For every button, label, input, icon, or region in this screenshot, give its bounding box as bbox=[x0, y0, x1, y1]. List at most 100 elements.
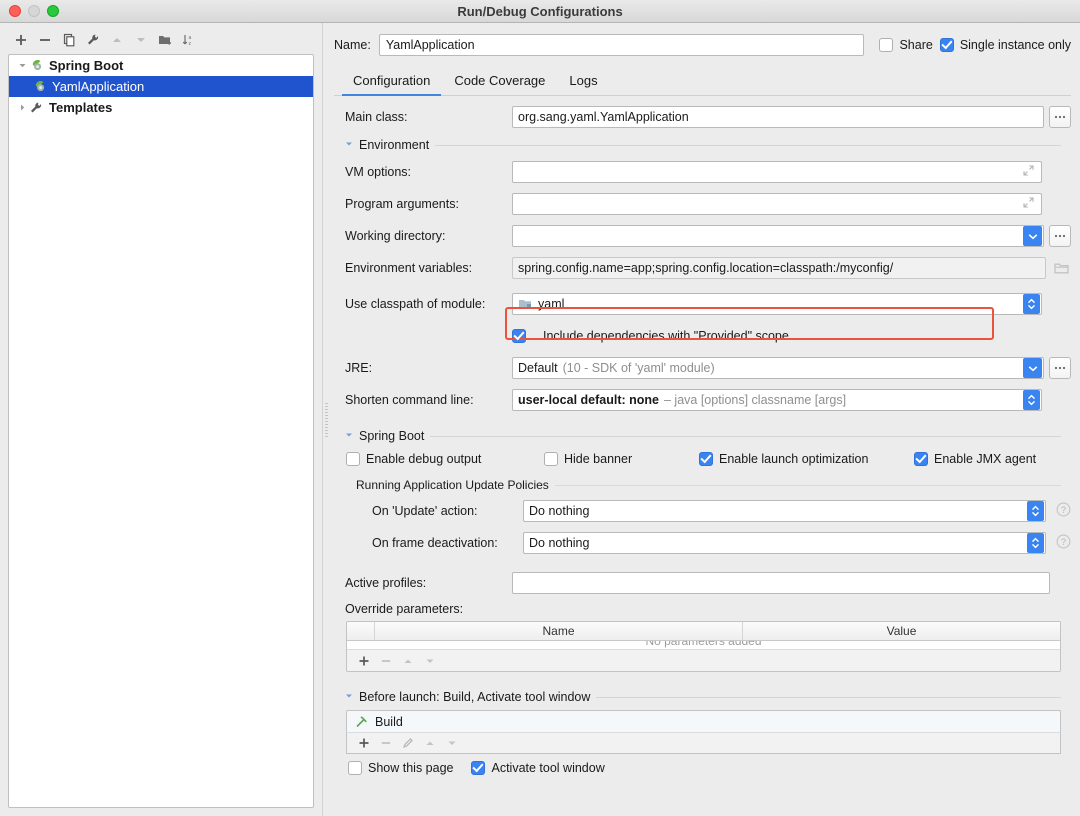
tree-item-spring-boot[interactable]: Spring Boot bbox=[9, 55, 313, 76]
configurations-tree[interactable]: Spring Boot YamlApplication Templates bbox=[8, 54, 314, 808]
move-parameter-down-button[interactable] bbox=[421, 652, 439, 670]
shorten-command-line-dropdown-button[interactable] bbox=[1023, 390, 1040, 410]
move-parameter-up-button[interactable] bbox=[399, 652, 417, 670]
tab-logs[interactable]: Logs bbox=[558, 69, 608, 95]
arrow-down-icon[interactable] bbox=[130, 30, 152, 50]
close-window-button[interactable] bbox=[9, 5, 21, 17]
chevron-down-icon[interactable] bbox=[345, 692, 353, 702]
copy-configuration-button[interactable] bbox=[58, 30, 80, 50]
chevron-right-icon[interactable] bbox=[15, 103, 29, 112]
name-input-value: YamlApplication bbox=[385, 38, 475, 52]
enable-launch-optimization-checkbox[interactable] bbox=[699, 452, 713, 466]
include-provided-checkbox[interactable] bbox=[512, 329, 526, 343]
on-update-action-help-icon[interactable]: ? bbox=[1056, 502, 1071, 520]
jre-value: Default bbox=[518, 361, 558, 375]
configurations-panel: az Spring Boot YamlApplication Templates bbox=[0, 23, 322, 816]
section-divider bbox=[435, 144, 1061, 146]
before-launch-item-build[interactable]: Build bbox=[347, 711, 1060, 732]
working-directory-browse-button[interactable] bbox=[1049, 225, 1071, 247]
add-parameter-button[interactable] bbox=[355, 652, 373, 670]
section-divider bbox=[430, 435, 1061, 437]
shorten-command-line-combo[interactable]: user-local default: none – java [options… bbox=[512, 389, 1042, 411]
tab-code-coverage[interactable]: Code Coverage bbox=[443, 69, 556, 95]
environment-section-header[interactable]: Environment bbox=[345, 138, 1071, 152]
sort-az-icon[interactable]: az bbox=[178, 30, 200, 50]
activate-tool-window-row[interactable]: Activate tool window bbox=[471, 761, 605, 775]
on-update-action-dropdown-button[interactable] bbox=[1027, 501, 1044, 521]
jre-combo[interactable]: Default (10 - SDK of 'yaml' module) bbox=[512, 357, 1044, 379]
spring-boot-section-header[interactable]: Spring Boot bbox=[345, 429, 1071, 443]
enable-debug-output-checkbox[interactable] bbox=[346, 452, 360, 466]
zoom-window-button[interactable] bbox=[47, 5, 59, 17]
remove-parameter-button[interactable] bbox=[377, 652, 395, 670]
enable-launch-optimization-label: Enable launch optimization bbox=[719, 452, 869, 466]
tab-configuration[interactable]: Configuration bbox=[342, 69, 442, 96]
on-frame-deactivation-help-icon[interactable]: ? bbox=[1056, 534, 1071, 552]
hide-banner-row[interactable]: Hide banner bbox=[544, 452, 699, 466]
use-classpath-combo[interactable]: yaml bbox=[512, 293, 1042, 315]
main-class-input[interactable]: org.sang.yaml.YamlApplication bbox=[512, 106, 1044, 128]
configurations-toolbar: az bbox=[0, 28, 322, 54]
on-frame-deactivation-combo[interactable]: Do nothing bbox=[523, 532, 1046, 554]
environment-variables-input[interactable]: spring.config.name=app;spring.config.loc… bbox=[512, 257, 1046, 279]
jre-browse-button[interactable] bbox=[1049, 357, 1071, 379]
folder-add-icon[interactable] bbox=[154, 30, 176, 50]
title-bar: Run/Debug Configurations bbox=[0, 0, 1080, 23]
vm-options-input[interactable] bbox=[512, 161, 1042, 183]
activate-tool-window-checkbox[interactable] bbox=[471, 761, 486, 775]
minimize-window-button[interactable] bbox=[28, 5, 40, 17]
on-update-action-combo[interactable]: Do nothing bbox=[523, 500, 1046, 522]
environment-variables-row: Environment variables: spring.config.nam… bbox=[334, 257, 1071, 279]
show-this-page-checkbox[interactable] bbox=[348, 761, 362, 775]
enable-launch-optimization-row[interactable]: Enable launch optimization bbox=[699, 452, 914, 466]
on-frame-deactivation-dropdown-button[interactable] bbox=[1027, 533, 1044, 553]
jre-dropdown-button[interactable] bbox=[1023, 358, 1042, 378]
enable-debug-output-row[interactable]: Enable debug output bbox=[346, 452, 544, 466]
wrench-icon[interactable] bbox=[82, 30, 104, 50]
single-instance-checkbox[interactable] bbox=[939, 38, 954, 52]
remove-configuration-button[interactable] bbox=[34, 30, 56, 50]
on-update-action-label: On 'Update' action: bbox=[372, 504, 478, 518]
hide-banner-checkbox[interactable] bbox=[544, 452, 558, 466]
working-directory-input[interactable] bbox=[512, 225, 1044, 247]
include-provided-checkbox-row[interactable]: Include dependencies with "Provided" sco… bbox=[512, 329, 789, 343]
svg-text:z: z bbox=[189, 41, 192, 47]
spring-boot-section-title: Spring Boot bbox=[359, 429, 425, 443]
panel-splitter[interactable] bbox=[322, 23, 331, 816]
move-task-up-button[interactable] bbox=[421, 734, 439, 752]
spring-boot-icon bbox=[29, 58, 49, 73]
table-header-name: Name bbox=[375, 622, 743, 640]
single-instance-checkbox-row[interactable]: Single instance only bbox=[939, 38, 1071, 52]
table-header-spacer bbox=[347, 622, 375, 640]
update-policies-title: Running Application Update Policies bbox=[356, 478, 549, 492]
edit-task-button[interactable] bbox=[399, 734, 417, 752]
move-task-down-button[interactable] bbox=[443, 734, 461, 752]
chevron-down-icon[interactable] bbox=[15, 61, 29, 70]
name-label: Name: bbox=[334, 38, 371, 52]
add-task-button[interactable] bbox=[355, 734, 373, 752]
before-launch-section-header[interactable]: Before launch: Build, Activate tool wind… bbox=[345, 690, 1071, 704]
before-launch-item-label: Build bbox=[375, 714, 403, 729]
use-classpath-dropdown-button[interactable] bbox=[1023, 294, 1040, 314]
main-class-browse-button[interactable] bbox=[1049, 106, 1071, 128]
name-input[interactable]: YamlApplication bbox=[378, 34, 864, 56]
expand-icon[interactable] bbox=[1023, 165, 1036, 179]
show-this-page-row[interactable]: Show this page bbox=[348, 761, 453, 775]
remove-task-button[interactable] bbox=[377, 734, 395, 752]
enable-jmx-agent-row[interactable]: Enable JMX agent bbox=[914, 452, 1036, 466]
share-checkbox[interactable] bbox=[879, 38, 894, 52]
working-directory-dropdown-button[interactable] bbox=[1023, 226, 1042, 246]
enable-jmx-agent-checkbox[interactable] bbox=[914, 452, 928, 466]
active-profiles-input[interactable] bbox=[512, 572, 1050, 594]
tree-item-yamlapplication[interactable]: YamlApplication bbox=[9, 76, 313, 97]
before-launch-list[interactable]: Build bbox=[346, 710, 1061, 732]
tree-item-templates[interactable]: Templates bbox=[9, 97, 313, 118]
share-checkbox-row[interactable]: Share bbox=[879, 38, 933, 52]
chevron-down-icon[interactable] bbox=[345, 431, 353, 441]
expand-icon[interactable] bbox=[1023, 197, 1036, 211]
add-configuration-button[interactable] bbox=[10, 30, 32, 50]
chevron-down-icon[interactable] bbox=[345, 140, 353, 150]
program-arguments-input[interactable] bbox=[512, 193, 1042, 215]
environment-variables-browse-icon[interactable] bbox=[1051, 262, 1071, 275]
arrow-up-icon[interactable] bbox=[106, 30, 128, 50]
